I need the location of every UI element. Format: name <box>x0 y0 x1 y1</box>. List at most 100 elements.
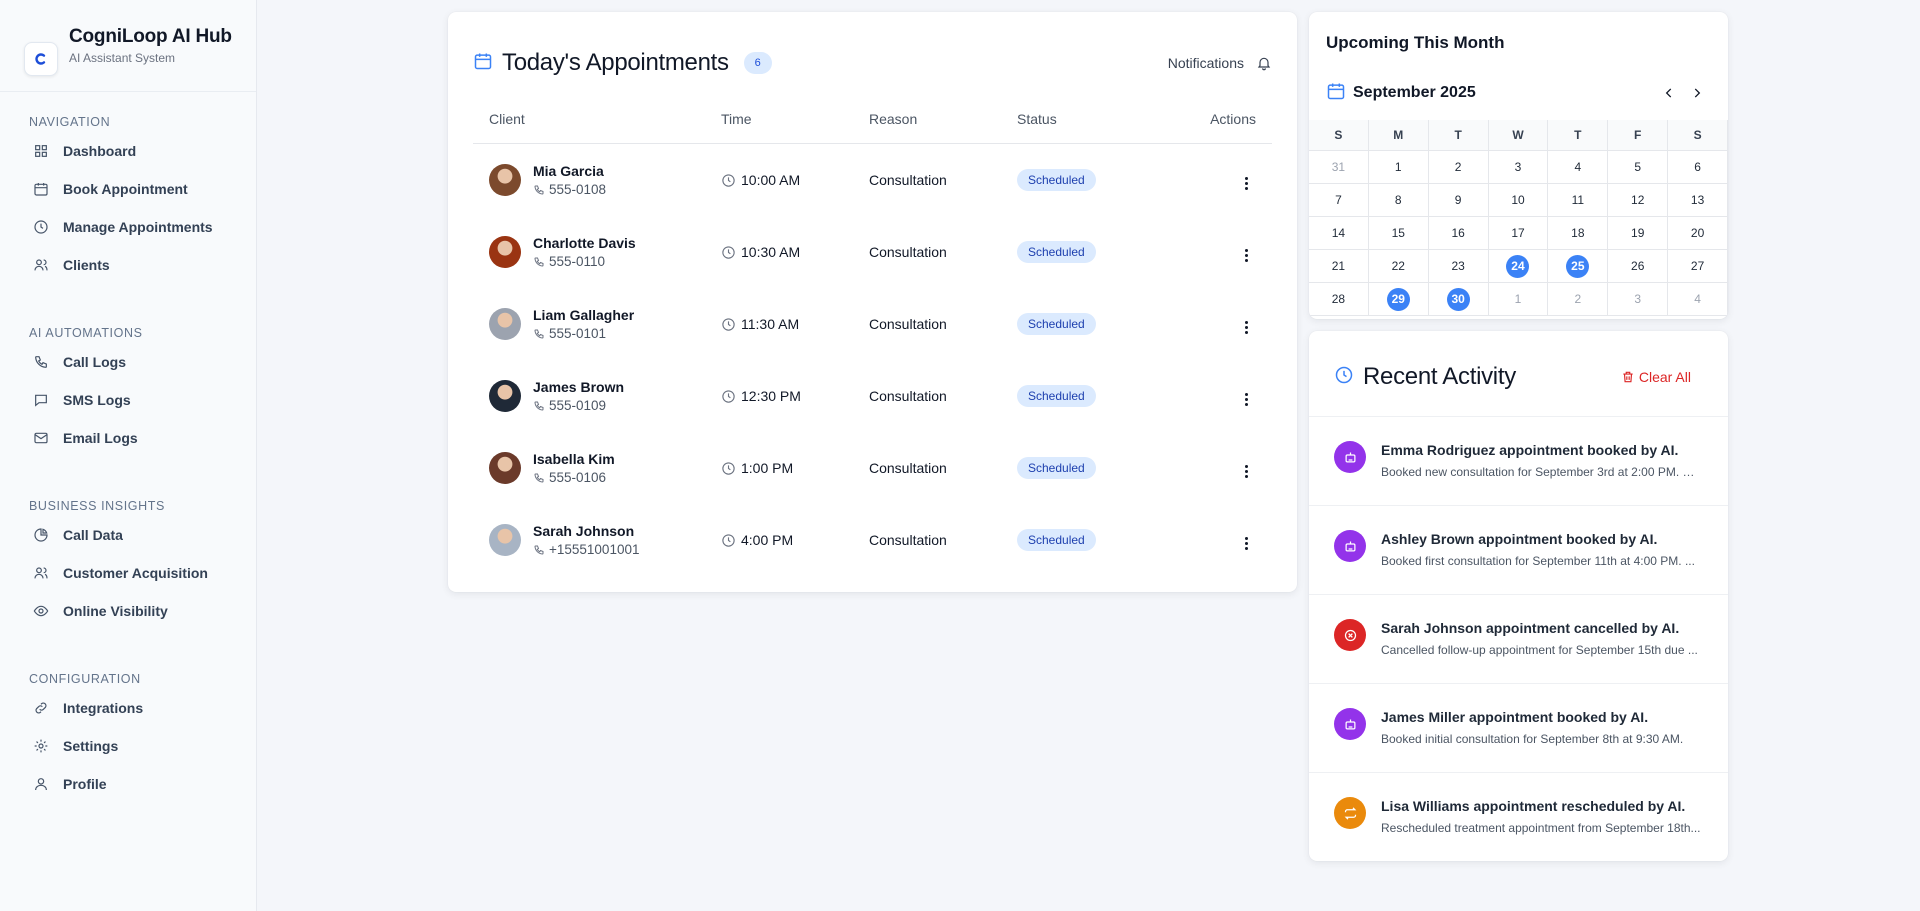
table-row[interactable]: Mia Garcia 555-0108 10:00 AM Consultation Sc… <box>473 144 1272 216</box>
activity-text: James Miller appointment booked by AI. Bo… <box>1381 707 1701 746</box>
previous-month-button[interactable] <box>1655 80 1683 106</box>
brand-logo[interactable] <box>24 41 58 76</box>
calendar-day-number: 14 <box>1331 226 1346 240</box>
activity-item[interactable]: Emma Rodriguez appointment booked by AI.… <box>1309 417 1728 506</box>
sidebar-item-email-logs[interactable]: Email Logs <box>0 419 257 457</box>
appointments-table: Client Time Reason Status Actions Mia Ga… <box>473 94 1272 576</box>
calendar-day[interactable]: 18 <box>1548 217 1609 250</box>
sidebar-item-sms-logs[interactable]: SMS Logs <box>0 381 257 419</box>
sidebar-item-label: SMS Logs <box>63 392 131 408</box>
client-phone: 555-0101 <box>533 326 634 341</box>
activity-item[interactable]: Ashley Brown appointment booked by AI. Bo… <box>1309 506 1728 595</box>
calendar-day[interactable]: 8 <box>1368 184 1429 217</box>
calendar-day[interactable]: 3 <box>1488 151 1549 184</box>
calendar-day[interactable]: 31 <box>1309 151 1369 184</box>
activity-item[interactable]: James Miller appointment booked by AI. Bo… <box>1309 684 1728 773</box>
appointment-time: 10:00 AM <box>741 172 801 188</box>
sidebar-item-book-appointment[interactable]: Book Appointment <box>0 170 257 208</box>
calendar-day-highlighted[interactable]: 30 <box>1428 283 1489 316</box>
more-actions-icon[interactable] <box>1236 389 1256 409</box>
sidebar-item-integrations[interactable]: Integrations <box>0 689 257 727</box>
time-cell: 10:00 AM <box>721 172 869 188</box>
calendar-day[interactable]: 1 <box>1368 151 1429 184</box>
calendar-nav <box>1655 80 1711 106</box>
sidebar-item-online-visibility[interactable]: Online Visibility <box>0 592 257 630</box>
clear-all-label: Clear All <box>1638 369 1691 385</box>
sidebar-item-label: Customer Acquisition <box>63 565 208 581</box>
calendar-day-highlighted[interactable]: 25 <box>1548 250 1609 283</box>
sidebar-item-call-logs[interactable]: Call Logs <box>0 343 257 381</box>
calendar-week: 14 15 16 17 18 19 20 <box>1309 217 1728 250</box>
table-row[interactable]: Charlotte Davis 555-0110 10:30 AM Consultat… <box>473 216 1272 288</box>
calendar-day[interactable]: 12 <box>1608 184 1669 217</box>
table-row[interactable]: Sarah Johnson +15551001001 4:00 PM Consulta… <box>473 504 1272 576</box>
calendar-day[interactable]: 1 <box>1488 283 1549 316</box>
activity-title: Recent Activity <box>1363 363 1516 390</box>
nav-section: BUSINESS INSIGHTS Call Data Customer Acqui… <box>0 496 257 630</box>
client-cell: Sarah Johnson +15551001001 <box>473 523 721 557</box>
calendar-day[interactable]: 27 <box>1668 250 1728 283</box>
calendar-weekdays: SMTWTFS <box>1309 120 1728 151</box>
sidebar-item-dashboard[interactable]: Dashboard <box>0 132 257 170</box>
client-info: Liam Gallagher 555-0101 <box>533 307 634 341</box>
calendar-day[interactable]: 14 <box>1309 217 1369 250</box>
more-actions-icon[interactable] <box>1236 173 1256 193</box>
sidebar-item-profile[interactable]: Profile <box>0 765 257 803</box>
sidebar-item-customer-acquisition[interactable]: Customer Acquisition <box>0 554 257 592</box>
client-cell: Isabella Kim 555-0106 <box>473 451 721 485</box>
calendar-day[interactable]: 4 <box>1548 151 1609 184</box>
calendar-day[interactable]: 26 <box>1608 250 1669 283</box>
calendar-day[interactable]: 3 <box>1608 283 1669 316</box>
sidebar-item-call-data[interactable]: Call Data <box>0 516 257 554</box>
calendar-day[interactable]: 15 <box>1368 217 1429 250</box>
phone-icon <box>534 185 544 195</box>
nav-section-heading: AI AUTOMATIONS <box>29 326 143 340</box>
table-row[interactable]: Isabella Kim 555-0106 1:00 PM Consultation S… <box>473 432 1272 504</box>
calendar-day[interactable]: 13 <box>1668 184 1728 217</box>
more-actions-icon[interactable] <box>1236 533 1256 553</box>
activity-item[interactable]: Lisa Williams appointment rescheduled by… <box>1309 773 1728 862</box>
calendar-day[interactable]: 6 <box>1668 151 1728 184</box>
calendar-day[interactable]: 21 <box>1309 250 1369 283</box>
more-actions-icon[interactable] <box>1236 461 1256 481</box>
client-info: Sarah Johnson +15551001001 <box>533 523 639 557</box>
activity-item[interactable]: Sarah Johnson appointment cancelled by A… <box>1309 595 1728 684</box>
sidebar-item-clients[interactable]: Clients <box>0 246 257 284</box>
calendar-day[interactable]: 5 <box>1608 151 1669 184</box>
next-month-button[interactable] <box>1683 80 1711 106</box>
more-actions-icon[interactable] <box>1236 245 1256 265</box>
notifications-button[interactable]: Notifications <box>1168 55 1272 71</box>
calendar-day[interactable]: 4 <box>1668 283 1728 316</box>
sidebar-item-label: Email Logs <box>63 430 138 446</box>
calendar-day[interactable]: 2 <box>1428 151 1489 184</box>
calendar-day-number: 4 <box>1574 160 1582 174</box>
calendar-day[interactable]: 19 <box>1608 217 1669 250</box>
activity-list: Emma Rodriguez appointment booked by AI.… <box>1309 416 1728 862</box>
calendar-day[interactable]: 16 <box>1428 217 1489 250</box>
calendar-day-highlighted[interactable]: 24 <box>1488 250 1549 283</box>
notifications-label: Notifications <box>1167 55 1244 71</box>
sidebar-item-settings[interactable]: Settings <box>0 727 257 765</box>
calendar-day[interactable]: 7 <box>1309 184 1369 217</box>
calendar-day[interactable]: 11 <box>1548 184 1609 217</box>
more-actions-icon[interactable] <box>1236 317 1256 337</box>
calendar-day[interactable]: 10 <box>1488 184 1549 217</box>
table-row[interactable]: James Brown 555-0109 12:30 PM Consultation S… <box>473 360 1272 432</box>
calendar-day-number: 22 <box>1391 259 1405 273</box>
calendar-day[interactable]: 22 <box>1368 250 1429 283</box>
calendar-day[interactable]: 9 <box>1428 184 1489 217</box>
status-cell: Scheduled <box>1017 385 1187 407</box>
nav-section: NAVIGATION Dashboard Book Appointment Manag… <box>0 112 257 284</box>
calendar-day[interactable]: 28 <box>1309 283 1369 316</box>
actions-cell <box>1187 455 1272 482</box>
calendar-day-highlighted[interactable]: 29 <box>1368 283 1429 316</box>
sidebar-item-manage-appointments[interactable]: Manage Appointments <box>0 208 257 246</box>
calendar-day[interactable]: 2 <box>1548 283 1609 316</box>
clock-icon <box>722 533 735 547</box>
calendar-day[interactable]: 23 <box>1428 250 1489 283</box>
phone-icon <box>534 329 544 339</box>
calendar-day[interactable]: 17 <box>1488 217 1549 250</box>
table-row[interactable]: Liam Gallagher 555-0101 11:30 AM Consultati… <box>473 288 1272 360</box>
clear-all-button[interactable]: Clear All <box>1621 369 1691 385</box>
calendar-day[interactable]: 20 <box>1668 217 1728 250</box>
